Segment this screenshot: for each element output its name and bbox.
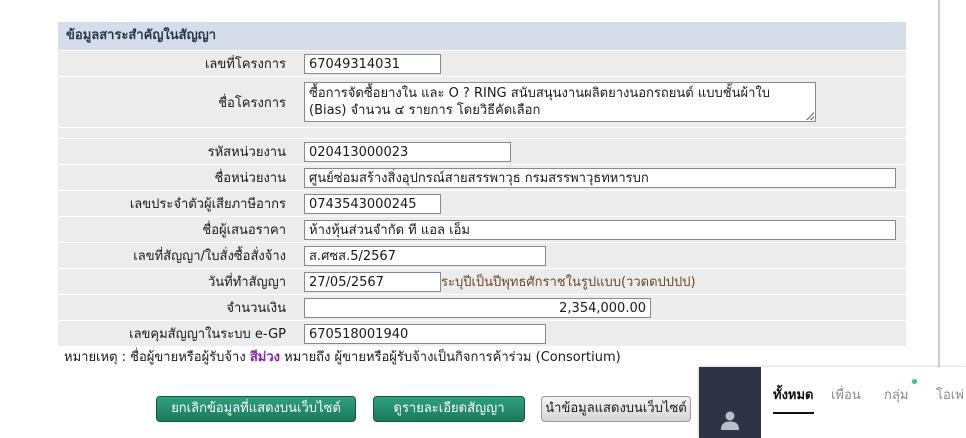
contract-date-field[interactable]: 27/05/2567 xyxy=(304,272,441,293)
contract-no-label: เลขที่สัญญา/ใบสั่งซื้อสั่งจ้าง xyxy=(58,243,295,268)
agency-code-field[interactable]: 020413000023 xyxy=(304,141,511,162)
chat-sidebar xyxy=(699,367,761,438)
amount-field[interactable]: 2,354,000.00 xyxy=(304,297,651,318)
consortium-note: หมายเหตุ : ชื่อผู้ขายหรือผู้รับจ้าง สีม่… xyxy=(64,346,621,367)
project-name-textarea[interactable]: ซื้อการจัดซื้อยางใน และ O ? RING สนับสนุ… xyxy=(304,82,816,122)
publish-button[interactable]: นำข้อมูลแสดงบนเว็บไซต์ xyxy=(541,396,691,422)
tab-groups[interactable]: กลุ่ม xyxy=(884,384,908,405)
online-dot-icon xyxy=(912,379,917,384)
agency-code-label: รหัสหน่วยงาน xyxy=(58,139,295,164)
note-prefix: หมายเหตุ : ชื่อผู้ขายหรือผู้รับจ้าง xyxy=(64,350,246,365)
tax-id-label: เลขประจำตัวผู้เสียภาษีอากร xyxy=(58,191,295,216)
project-name-label: ชื่อโครงการ xyxy=(58,77,295,127)
project-no-field[interactable]: 67049314031 xyxy=(304,53,441,74)
tax-id-field[interactable]: 0743543000245 xyxy=(304,193,441,214)
agency-name-field[interactable]: ศูนย์ซ่อมสร้างสิ่งอุปกรณ์สายสรรพาวุธ กรม… xyxy=(304,167,896,188)
project-name-line-1: ซื้อการจัดซื้อยางใน และ O ? RING สนับสนุ… xyxy=(309,86,770,101)
user-avatar-icon[interactable] xyxy=(719,409,741,431)
tab-friends[interactable]: เพื่อน xyxy=(831,384,861,405)
egp-no-field[interactable]: 670518001940 xyxy=(304,323,546,344)
contract-form: เลขที่โครงการ 67049314031 ชื่อโครงการ ซื… xyxy=(58,50,906,347)
agency-name-label: ชื่อหน่วยงาน xyxy=(58,165,295,190)
bidder-label: ชื่อผู้เสนอราคา xyxy=(58,217,295,242)
project-no-label: เลขที่โครงการ xyxy=(58,51,295,76)
chat-widget: ทั้งหมด เพื่อน กลุ่ม โอเพ่ xyxy=(699,367,966,438)
cancel-display-button[interactable]: ยกเลิกข้อมูลที่แสดงบนเว็บไซต์ xyxy=(156,396,356,422)
note-purple-word: สีม่วง xyxy=(249,350,280,365)
tab-openchat[interactable]: โอเพ่ xyxy=(936,384,964,405)
contract-summary-panel: ข้อมูลสาระสำคัญในสัญญา เลขที่โครงการ 670… xyxy=(58,22,906,347)
project-name-line-2: (Bias) จำนวน ๔ รายการ โดยวิธีคัดเลือก xyxy=(309,103,541,118)
note-suffix: หมายถึง ผู้ขายหรือผู้รับจ้างเป็นกิจการค้… xyxy=(284,350,621,365)
contract-date-label: วันที่ทำสัญญา xyxy=(58,269,295,294)
egp-no-label: เลขคุมสัญญาในระบบ e-GP xyxy=(58,321,295,346)
resize-grip-icon[interactable] xyxy=(806,112,814,120)
chat-tab-bar: ทั้งหมด เพื่อน กลุ่ม โอเพ่ xyxy=(761,367,966,438)
amount-label: จำนวนเงิน xyxy=(58,295,295,320)
date-format-hint: ระบุปีเป็นปีพุทธศักราชในรูปแบบ(ววดดปปปป) xyxy=(441,274,696,290)
panel-title: ข้อมูลสาระสำคัญในสัญญา xyxy=(58,22,906,50)
contract-detail-button[interactable]: ดูรายละเอียดสัญญา xyxy=(373,396,525,422)
active-tab-underline xyxy=(773,412,814,414)
tab-all[interactable]: ทั้งหมด xyxy=(773,384,814,405)
bidder-field[interactable]: ห้างหุ้นส่วนจำกัด ที แอล เอ็ม xyxy=(304,219,896,240)
contract-no-field[interactable]: ส.ศซส.5/2567 xyxy=(304,245,546,266)
